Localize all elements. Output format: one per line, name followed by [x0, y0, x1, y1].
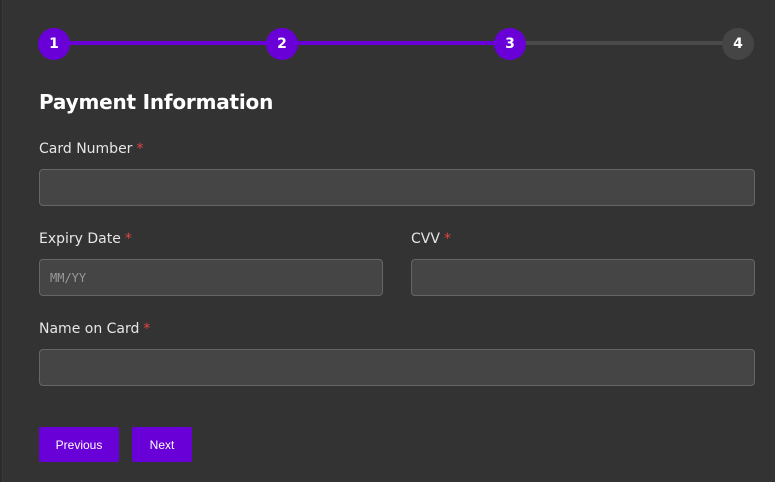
previous-button[interactable]: Previous [39, 427, 119, 462]
expiry-date-label: Expiry Date * [39, 231, 132, 247]
card-number-label: Card Number * [39, 141, 143, 157]
step-4: 4 [722, 28, 754, 60]
required-marker: * [143, 321, 151, 337]
progress-stepper: 1 2 3 4 [3, 0, 775, 90]
step-connector-1-2 [54, 41, 284, 45]
step-1: 1 [38, 28, 70, 60]
step-2: 2 [266, 28, 298, 60]
name-on-card-input[interactable] [39, 349, 755, 386]
required-marker: * [443, 231, 451, 247]
required-marker: * [124, 231, 132, 247]
expiry-date-label-text: Expiry Date [39, 231, 121, 247]
name-on-card-label: Name on Card * [39, 321, 150, 337]
cvv-label: CVV * [411, 231, 451, 247]
card-number-label-text: Card Number [39, 141, 133, 157]
next-button[interactable]: Next [132, 427, 192, 462]
cvv-input[interactable] [411, 259, 755, 296]
required-marker: * [136, 141, 144, 157]
cvv-label-text: CVV [411, 231, 440, 247]
step-3: 3 [494, 28, 526, 60]
step-connector-3-4 [510, 41, 740, 45]
card-number-input[interactable] [39, 169, 755, 206]
expiry-date-input[interactable] [39, 259, 383, 296]
payment-form-panel: 1 2 3 4 Payment Information Card Number *… [2, 0, 775, 482]
page-title: Payment Information [39, 90, 274, 114]
name-on-card-label-text: Name on Card [39, 321, 140, 337]
step-connector-2-3 [282, 41, 512, 45]
